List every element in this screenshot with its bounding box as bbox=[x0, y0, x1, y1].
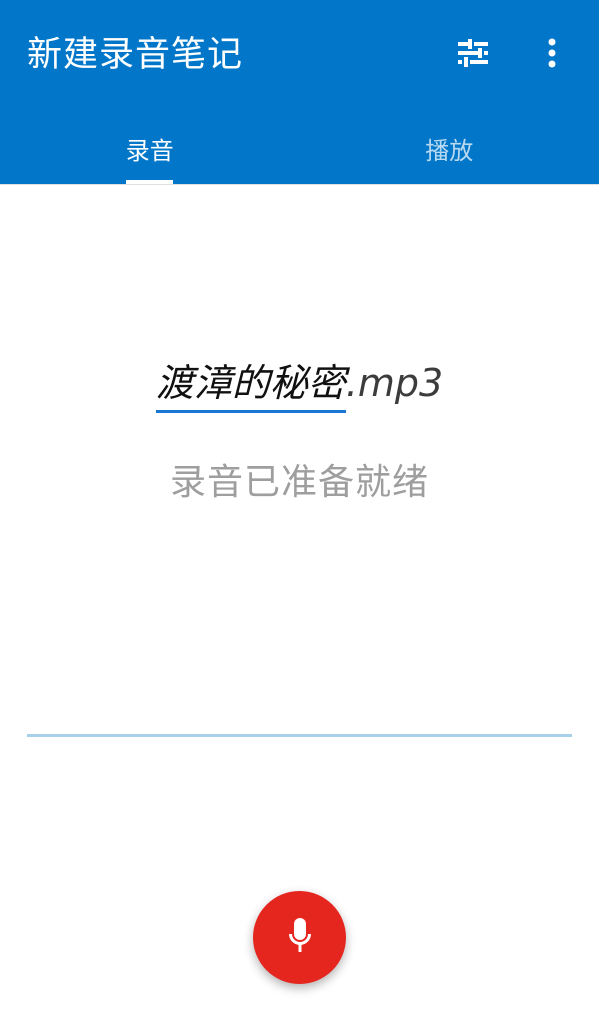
more-vert-icon bbox=[547, 38, 557, 72]
page-title: 新建录音笔记 bbox=[27, 35, 244, 75]
microphone-icon bbox=[285, 916, 315, 960]
filename-input[interactable]: 渡漳的秘密 bbox=[155, 356, 346, 413]
tab-record-label: 录音 bbox=[125, 136, 174, 165]
filename-row: 渡漳的秘密.mp3 bbox=[0, 355, 599, 413]
audio-level-line bbox=[27, 734, 572, 737]
more-options-button[interactable] bbox=[525, 28, 579, 82]
tab-bar: 录音 播放 bbox=[0, 112, 599, 184]
tab-playback[interactable]: 播放 bbox=[300, 112, 599, 184]
tab-record[interactable]: 录音 bbox=[0, 112, 300, 184]
tune-icon bbox=[456, 38, 490, 72]
settings-button[interactable] bbox=[446, 28, 500, 82]
tab-playback-label: 播放 bbox=[425, 136, 474, 165]
divider bbox=[0, 184, 599, 185]
tab-indicator bbox=[126, 180, 173, 184]
record-button[interactable] bbox=[253, 891, 346, 984]
app-bar: 新建录音笔记 录音 播放 bbox=[0, 0, 599, 184]
filename-extension: .mp3 bbox=[345, 361, 444, 405]
recording-status: 录音已准备就绪 bbox=[169, 462, 429, 503]
